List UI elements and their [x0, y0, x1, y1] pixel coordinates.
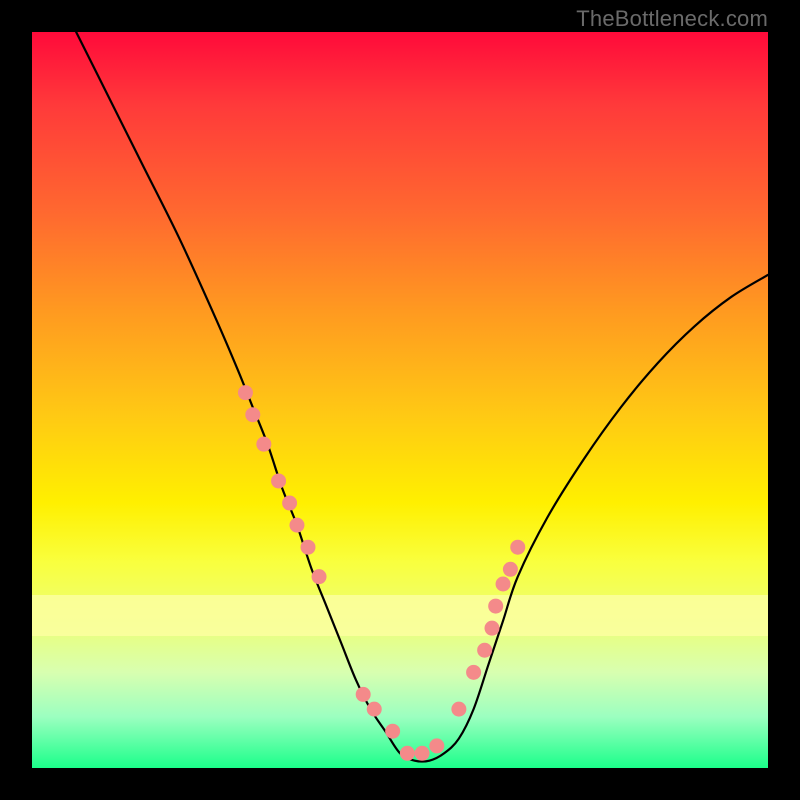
chart-frame: TheBottleneck.com [0, 0, 800, 800]
scatter-dot [496, 577, 511, 592]
scatter-dot [356, 687, 371, 702]
scatter-dots [238, 385, 525, 761]
scatter-dot [301, 540, 316, 555]
scatter-dot [385, 724, 400, 739]
scatter-dot [485, 621, 500, 636]
scatter-dot [429, 738, 444, 753]
scatter-dot [400, 746, 415, 761]
scatter-dot [245, 407, 260, 422]
scatter-dot [256, 437, 271, 452]
scatter-dot [488, 599, 503, 614]
scatter-dot [282, 496, 297, 511]
chart-svg [32, 32, 768, 768]
scatter-dot [477, 643, 492, 658]
curve-line [76, 32, 768, 762]
scatter-dot [367, 702, 382, 717]
scatter-dot [466, 665, 481, 680]
scatter-dot [510, 540, 525, 555]
watermark-text: TheBottleneck.com [576, 6, 768, 32]
plot-area [32, 32, 768, 768]
scatter-dot [289, 518, 304, 533]
scatter-dot [271, 473, 286, 488]
scatter-dot [451, 702, 466, 717]
scatter-dot [415, 746, 430, 761]
scatter-dot [503, 562, 518, 577]
scatter-dot [238, 385, 253, 400]
scatter-dot [312, 569, 327, 584]
